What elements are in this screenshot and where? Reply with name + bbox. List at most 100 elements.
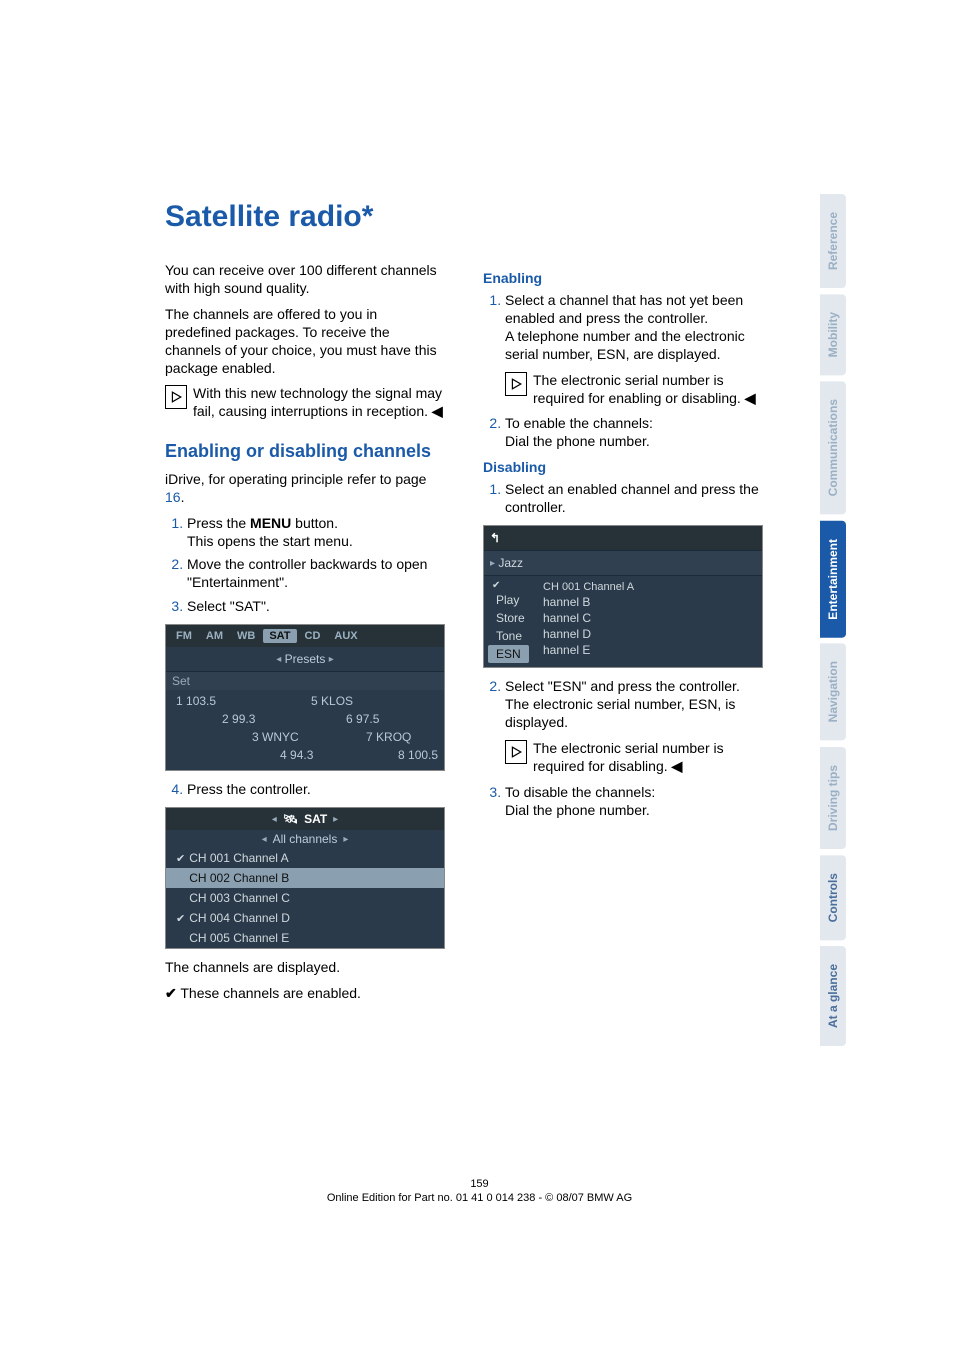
step-4: Press the controller.	[187, 781, 445, 799]
disabling-steps-2: Select "ESN" and press the controller. T…	[483, 678, 763, 732]
channel-row-c: ✔CH 003 Channel C	[166, 888, 444, 908]
allch-arrow-right-icon: ▸	[343, 834, 348, 845]
sat-label: SAT	[304, 812, 327, 826]
side-tabs: At a glance Controls Driving tips Naviga…	[820, 194, 846, 1046]
s1a: Press the	[187, 515, 250, 531]
station-3: 3 WNYC	[252, 730, 299, 744]
en-step-2: To enable the channels: Dial the phone n…	[505, 415, 763, 451]
note-text: With this new technology the signal may …	[193, 385, 442, 419]
note-icon	[165, 385, 187, 409]
presets-row: ◂ Presets ▸	[166, 647, 444, 672]
enabled-text: These channels are enabled.	[180, 985, 361, 1001]
tab-at-a-glance[interactable]: At a glance	[820, 946, 846, 1046]
tab-sat: SAT	[263, 629, 296, 643]
set-row: Set	[166, 672, 444, 690]
station-6: 6 97.5	[346, 712, 379, 726]
s1-line2: This opens the start menu.	[187, 533, 353, 549]
note-esn-enable: The electronic serial number is required…	[505, 372, 763, 408]
heading-enable-disable: Enabling or disabling channels	[165, 441, 445, 463]
presets-label: Presets	[285, 652, 326, 666]
allch-arrow-left-icon: ◂	[262, 834, 267, 845]
step-1: Press the MENU button. This opens the st…	[187, 515, 445, 551]
tab-communications[interactable]: Communications	[820, 381, 846, 514]
note-icon	[505, 740, 527, 764]
station-1: 1 103.5	[176, 694, 216, 708]
dis-step-3: To disable the channels: Dial the phone …	[505, 784, 763, 820]
intro-p2: The channels are offered to you in prede…	[165, 306, 445, 378]
station-4: 4 94.3	[280, 748, 313, 762]
back-icon: ↰	[490, 531, 500, 545]
note-esn-disable: The electronic serial number is required…	[505, 740, 763, 776]
station-2: 2 99.3	[222, 712, 255, 726]
tab-driving-tips[interactable]: Driving tips	[820, 747, 846, 849]
channels-enabled-legend: ✔ These channels are enabled.	[165, 985, 445, 1003]
check-icon: ✔	[176, 853, 185, 865]
channel-row-a: ✔CH 001 Channel A	[166, 848, 444, 868]
tab-reference[interactable]: Reference	[820, 194, 846, 288]
end-marker-icon: ◀	[745, 390, 756, 406]
s1c: button.	[291, 515, 338, 531]
left-column: You can receive over 100 different chann…	[165, 262, 445, 1011]
ch-b: hannel B	[543, 594, 762, 610]
sat-arrow-right-icon: ▸	[333, 814, 338, 825]
station-8: 8 100.5	[398, 748, 438, 762]
en-note-text: The electronic serial number is required…	[533, 372, 741, 406]
page-title: Satellite radio*	[165, 200, 894, 234]
note-signal: With this new technology the signal may …	[165, 385, 445, 421]
tab-navigation[interactable]: Navigation	[820, 643, 846, 740]
tab-am: AM	[200, 629, 229, 643]
tab-mobility[interactable]: Mobility	[820, 294, 846, 375]
menu-tone: Tone	[488, 627, 543, 645]
idrive-page-link[interactable]: 16	[165, 489, 181, 505]
ch-e: hannel E	[543, 642, 762, 658]
screenshot-radio-presets: FM AM WB SAT CD AUX ◂ Presets ▸ Set 1 10…	[165, 624, 445, 771]
idrive-post: .	[181, 489, 185, 505]
sat-arrow-left-icon: ◂	[272, 814, 277, 825]
menu-store: Store	[488, 609, 543, 627]
tab-cd: CD	[299, 629, 327, 643]
page-number: 159	[165, 1178, 794, 1190]
all-channels-row: ◂ All channels ▸	[166, 830, 444, 848]
channels-displayed: The channels are displayed.	[165, 959, 445, 977]
tab-controls[interactable]: Controls	[820, 855, 846, 940]
menu-esn: ESN	[488, 645, 529, 663]
channel-list: CH 001 Channel A hannel B hannel C hanne…	[543, 576, 762, 667]
footer: 159 Online Edition for Part no. 01 41 0 …	[165, 1178, 794, 1204]
channel-row-b: ✔CH 002 Channel B	[166, 868, 444, 888]
screenshot-sat-channels: ◂ 🛰 SAT ▸ ◂ All channels ▸ ✔CH 001 Chann…	[165, 807, 445, 949]
presets-arrow-left-icon: ◂	[276, 654, 281, 665]
jazz-arrow-icon: ▸	[490, 558, 495, 569]
steps-enable: Press the MENU button. This opens the st…	[165, 515, 445, 617]
tab-entertainment[interactable]: Entertainment	[820, 521, 846, 638]
station-7: 7 KROQ	[366, 730, 411, 744]
end-marker-icon: ◀	[432, 403, 443, 419]
edition-line: Online Edition for Part no. 01 41 0 014 …	[165, 1192, 794, 1204]
ch-d: hannel D	[543, 626, 762, 642]
sat-icon: 🛰	[283, 812, 298, 826]
ch-c: hannel C	[543, 610, 762, 626]
tab-aux: AUX	[328, 629, 363, 643]
disabling-steps-3: To disable the channels: Dial the phone …	[483, 784, 763, 820]
radio-tabs: FM AM WB SAT CD AUX	[166, 625, 444, 647]
idrive-ref: iDrive, for operating principle refer to…	[165, 471, 445, 507]
channel-row-e: ✔CH 005 Channel E	[166, 928, 444, 948]
check-icon: ✔	[176, 913, 185, 925]
dis-note-text: The electronic serial number is required…	[533, 740, 724, 774]
end-marker-icon: ◀	[672, 758, 683, 774]
heading-disabling: Disabling	[483, 459, 763, 475]
stations-grid: 1 103.5 5 KLOS 2 99.3 6 97.5 3 WNYC 7 KR…	[166, 690, 444, 770]
all-channels-label: All channels	[273, 832, 338, 846]
right-column: Enabling Select a channel that has not y…	[483, 262, 763, 1011]
intro-p1: You can receive over 100 different chann…	[165, 262, 445, 298]
tab-wb: WB	[231, 629, 261, 643]
channel-row-d: ✔CH 004 Channel D	[166, 908, 444, 928]
menu-button-label: MENU	[250, 515, 291, 531]
dis-step-2: Select "ESN" and press the controller. T…	[505, 678, 763, 732]
screenshot-esn-menu: ↰ ▸ Jazz ✔ Play Store Tone ESN CH 001	[483, 525, 763, 668]
ch001: CH 001 Channel A	[543, 580, 762, 594]
enabling-steps-2: To enable the channels: Dial the phone n…	[483, 415, 763, 451]
steps-enable-cont: Press the controller.	[165, 781, 445, 799]
disabling-steps: Select an enabled channel and press the …	[483, 481, 763, 517]
menu-play: Play	[488, 591, 543, 609]
jazz-label: Jazz	[498, 556, 523, 570]
